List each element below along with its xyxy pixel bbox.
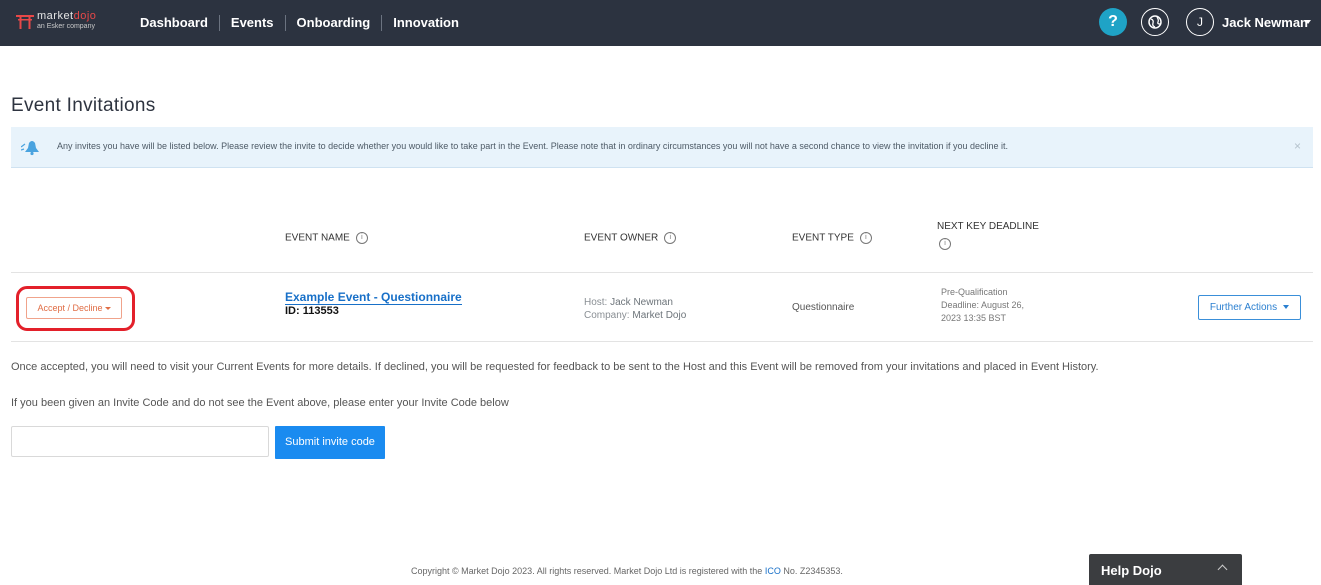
- top-nav-bar: marketdojo an Esker company Dashboard Ev…: [0, 0, 1321, 46]
- info-icon[interactable]: i: [859, 232, 872, 244]
- chevron-up-icon[interactable]: [1217, 564, 1228, 575]
- info-icon[interactable]: i: [939, 238, 951, 250]
- globe-glyph-icon: [1148, 15, 1162, 29]
- event-owner-cell: Host: Jack Newman Company: Market Dojo: [584, 296, 686, 322]
- bell-icon: [21, 141, 39, 156]
- header-event-type: EVENT TYPE i: [792, 232, 872, 244]
- header-event-type-label: EVENT TYPE: [792, 232, 854, 244]
- header-event-owner-label: EVENT OWNER: [584, 232, 659, 244]
- company-label: Company:: [584, 310, 630, 321]
- nav-link-innovation[interactable]: Innovation: [381, 15, 470, 31]
- event-type-value: Questionnaire: [792, 302, 855, 313]
- deadline-date: Deadline: August 26,: [941, 300, 1025, 310]
- accepted-note: Once accepted, you will need to visit yo…: [11, 361, 1099, 373]
- help-question-icon[interactable]: ?: [1099, 8, 1127, 36]
- header-next-deadline: NEXT KEY DEADLINE i: [937, 221, 1039, 250]
- logo-subtitle: an Esker company: [37, 23, 95, 30]
- further-actions-label: Further Actions: [1209, 302, 1278, 313]
- header-event-owner: EVENT OWNER i: [584, 232, 677, 244]
- company-value: Market Dojo: [632, 310, 687, 321]
- help-dojo-label: Help Dojo: [1101, 563, 1162, 578]
- footer-text: Copyright © Market Dojo 2023. All rights…: [411, 566, 763, 576]
- info-icon[interactable]: i: [664, 232, 677, 244]
- invite-code-input[interactable]: [11, 426, 269, 457]
- globe-icon[interactable]: [1141, 8, 1169, 36]
- chevron-down-icon[interactable]: [1305, 20, 1311, 24]
- info-alert: Any invites you have will be listed belo…: [11, 127, 1313, 168]
- footer-registration: No. Z2345353.: [783, 566, 843, 576]
- host-value: Jack Newman: [610, 297, 673, 308]
- event-name-link[interactable]: Example Event - Questionnaire: [285, 290, 462, 305]
- submit-invite-code-button[interactable]: Submit invite code: [275, 426, 385, 459]
- alert-message: Any invites you have will be listed belo…: [57, 141, 1009, 151]
- close-icon[interactable]: ×: [1294, 139, 1301, 153]
- help-dojo-widget[interactable]: Help Dojo: [1089, 554, 1242, 585]
- main-nav: Dashboard Events Onboarding Innovation: [140, 0, 470, 46]
- invite-code-note: If you been given an Invite Code and do …: [11, 397, 509, 409]
- deadline-time: 2023 13:35 BST: [941, 313, 1007, 323]
- nav-link-events[interactable]: Events: [218, 15, 285, 31]
- header-event-name: EVENT NAME i: [285, 232, 368, 244]
- deadline-stage: Pre-Qualification: [941, 287, 1008, 297]
- further-actions-button[interactable]: Further Actions: [1198, 295, 1301, 320]
- info-icon[interactable]: i: [355, 232, 368, 244]
- header-event-name-label: EVENT NAME: [285, 232, 350, 244]
- page-title: Event Invitations: [11, 95, 156, 116]
- host-label: Host:: [584, 297, 608, 308]
- nav-link-dashboard[interactable]: Dashboard: [140, 15, 219, 31]
- market-dojo-logo[interactable]: marketdojo an Esker company: [16, 10, 116, 36]
- chevron-down-icon: [1283, 305, 1290, 310]
- ico-link[interactable]: ICO: [765, 566, 781, 576]
- user-menu-name[interactable]: Jack Newman: [1222, 15, 1308, 30]
- highlight-annotation: [16, 286, 135, 331]
- torii-gate-icon: [16, 15, 34, 29]
- next-deadline-cell: Pre-Qualification Deadline: August 26, 2…: [941, 286, 1061, 325]
- footer-copyright: Copyright © Market Dojo 2023. All rights…: [411, 566, 843, 576]
- logo-brand-text: marketdojo: [37, 10, 97, 22]
- event-id: ID: 113553: [285, 305, 339, 317]
- user-avatar[interactable]: J: [1186, 8, 1214, 36]
- nav-link-onboarding[interactable]: Onboarding: [284, 15, 382, 31]
- header-next-deadline-label: NEXT KEY DEADLINE: [937, 221, 1039, 232]
